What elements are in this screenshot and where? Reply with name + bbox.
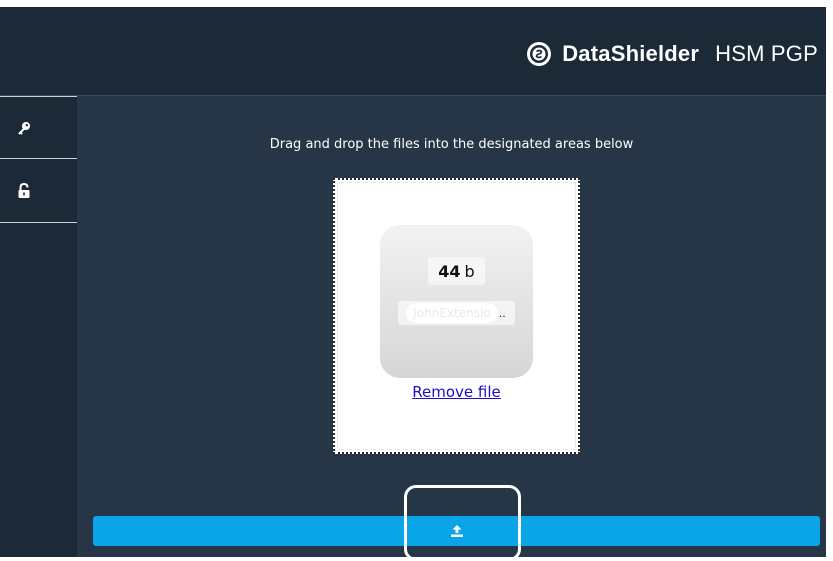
app-window: DataShielder HSM PGP Drag and drop the f… [0, 0, 833, 561]
file-name-text: JohnExtensio [407, 304, 497, 322]
focus-highlight [404, 485, 521, 561]
instruction-text: Drag and drop the files into the designa… [269, 137, 634, 152]
key-icon [17, 121, 30, 135]
main-panel: Drag and drop the files into the designa… [77, 96, 826, 561]
app-header: DataShielder HSM PGP [0, 7, 826, 96]
sidebar [0, 96, 77, 557]
sidebar-item-key[interactable] [0, 96, 77, 159]
file-size-unit: b [464, 261, 475, 281]
file-name: JohnExtensio .. [398, 301, 515, 325]
file-dropzone[interactable]: 44 b JohnExtensio .. Remove file [333, 178, 580, 454]
unlock-icon [18, 183, 29, 198]
screen-edge [826, 0, 833, 557]
brand-product: HSM PGP [715, 41, 818, 66]
file-name-ellipsis: .. [498, 306, 506, 320]
remove-file-link[interactable]: Remove file [335, 383, 578, 401]
file-size-value: 44 [438, 261, 461, 281]
shield-lock-icon [527, 42, 552, 66]
brand-name: DataShielder [562, 41, 700, 66]
datashielder-window: DataShielder HSM PGP Drag and drop the f… [0, 7, 826, 561]
sidebar-item-unlock[interactable] [0, 160, 77, 223]
brand: DataShielder HSM PGP [526, 39, 818, 69]
file-preview-card: 44 b JohnExtensio .. [380, 225, 533, 378]
file-size: 44 b [428, 257, 485, 285]
